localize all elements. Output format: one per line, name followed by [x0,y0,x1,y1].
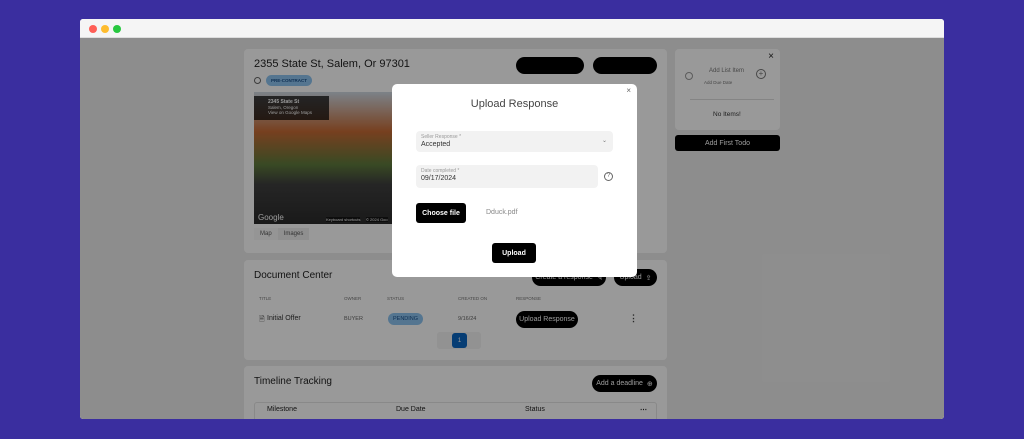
date-completed-label: Date completed * [421,168,460,174]
title-bar [80,19,944,38]
seller-response-label: Seller Response * [421,134,462,140]
close-window-button[interactable] [89,25,97,33]
minimize-window-button[interactable] [101,25,109,33]
selected-file-name: Dduck.pdf [486,209,518,216]
modal-title: Upload Response [470,98,559,110]
help-icon[interactable]: ? [604,172,613,181]
maximize-window-button[interactable] [113,25,121,33]
choose-file-button[interactable]: Choose file [416,203,466,223]
date-completed-value: 09/17/2024 [421,175,457,182]
seller-response-value: Accepted [421,141,451,148]
upload-submit-button[interactable]: Upload [492,243,536,263]
chevron-down-icon: ⌄ [601,138,607,144]
date-completed-field[interactable]: Date completed * 09/17/2024 [416,165,598,188]
upload-response-modal: × Upload Response Seller Response * Acce… [392,84,637,277]
seller-response-select[interactable]: Seller Response * Accepted ⌄ [416,131,613,152]
close-icon[interactable]: × [626,86,631,95]
browser-window: 2355 State St, Salem, Or 97301 PRE-CONTR… [80,19,944,419]
